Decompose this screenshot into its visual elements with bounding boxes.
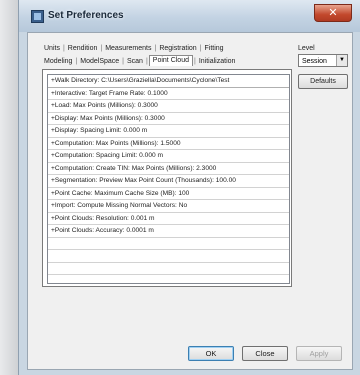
list-item[interactable]: +Point Clouds: Resolution: 0.001 m [48, 213, 289, 225]
list-item[interactable]: +Walk Directory: C:\Users\Graziella\Docu… [48, 75, 289, 88]
tab-initialization[interactable]: Initialization [197, 58, 238, 65]
preferences-dialog: Set Preferences ✕ Units | Rendition | Measur… [18, 0, 360, 375]
close-button[interactable]: Close [242, 346, 288, 361]
window-close-button[interactable]: ✕ [314, 4, 352, 22]
tab-row-2: Modeling | ModelSpace | Scan | Point Cloud | Ini… [42, 55, 238, 66]
level-group: Level Session ▼ Defaults [298, 45, 352, 89]
preferences-list[interactable]: +Walk Directory: C:\Users\Graziella\Docu… [47, 74, 290, 284]
list-item[interactable]: +Import: Compute Missing Normal Vectors:… [48, 200, 289, 213]
level-value: Session [302, 58, 327, 65]
ok-button[interactable]: OK [188, 346, 234, 361]
list-item[interactable]: +Load: Max Points (Millions): 0.3000 [48, 100, 289, 113]
dialog-client-area: Units | Rendition | Measurements | Registratio… [27, 32, 353, 370]
level-dropdown[interactable]: Session ▼ [298, 54, 348, 67]
tab-units[interactable]: Units [42, 45, 62, 52]
tab-modeling[interactable]: Modeling [42, 58, 74, 65]
defaults-button[interactable]: Defaults [298, 74, 348, 89]
list-item[interactable]: +Computation: Max Points (Millions): 1.5… [48, 138, 289, 150]
list-item[interactable]: +Interactive: Target Frame Rate: 0.1000 [48, 88, 289, 100]
tab-point-cloud[interactable]: Point Cloud [148, 55, 193, 66]
list-item[interactable] [48, 275, 289, 283]
apply-button[interactable]: Apply [296, 346, 342, 361]
list-item[interactable]: +Display: Spacing Limit: 0.000 m [48, 125, 289, 138]
tab-measurements[interactable]: Measurements [103, 45, 153, 52]
tab-rendition[interactable]: Rendition [66, 45, 100, 52]
list-item[interactable]: +Computation: Create TIN: Max Points (Mi… [48, 163, 289, 175]
tab-modelspace[interactable]: ModelSpace [78, 58, 121, 65]
list-item[interactable]: +Point Cache: Maximum Cache Size (MB): 1… [48, 188, 289, 200]
list-item[interactable]: +Point Clouds: Accuracy: 0.0001 m [48, 225, 289, 238]
app-icon [31, 10, 44, 23]
tab-row-1: Units | Rendition | Measurements | Registratio… [42, 45, 226, 52]
chevron-down-icon[interactable]: ▼ [336, 55, 347, 66]
list-item[interactable] [48, 238, 289, 250]
tab-fitting[interactable]: Fitting [203, 45, 226, 52]
list-item[interactable]: +Computation: Spacing Limit: 0.000 m [48, 150, 289, 163]
tab-scan[interactable]: Scan [125, 58, 145, 65]
tab-panel-point-cloud: +Walk Directory: C:\Users\Graziella\Docu… [42, 69, 292, 287]
list-item[interactable] [48, 263, 289, 275]
desktop-background [0, 0, 18, 375]
close-icon: ✕ [328, 7, 338, 19]
title-bar[interactable]: Set Preferences ✕ [19, 0, 360, 32]
tab-registration[interactable]: Registration [157, 45, 198, 52]
list-item[interactable] [48, 250, 289, 263]
level-label: Level [298, 45, 315, 52]
list-item[interactable]: +Display: Max Points (Millions): 0.3000 [48, 113, 289, 125]
list-item[interactable]: +Segmentation: Preview Max Point Count (… [48, 175, 289, 188]
window-title: Set Preferences [48, 10, 124, 21]
